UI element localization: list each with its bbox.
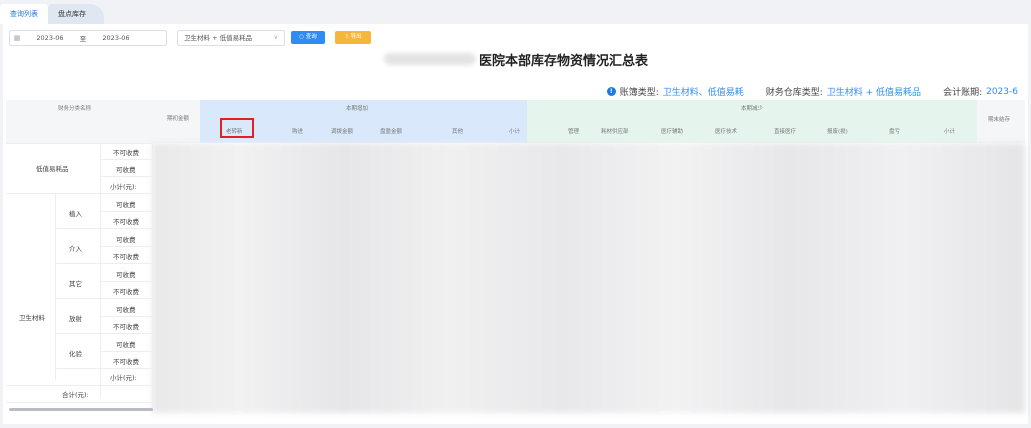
report-title: 医院本部库存物资情况汇总表 (479, 54, 649, 69)
info-icon: ! (606, 87, 616, 96)
row-group-medical: 卫生材料 (19, 314, 45, 322)
row-sub-implant: 植入 (69, 210, 82, 218)
row-sub-interventional: 介入 (69, 245, 82, 253)
row-low-value-1: 可收费 (116, 166, 136, 174)
warehouse-type-label: 财务仓库类型: (765, 88, 823, 98)
col-increase-3: 盘盈金额 (380, 129, 403, 135)
group-decrease: 本期减少 (741, 106, 764, 112)
horizontal-scrollbar[interactable] (9, 408, 153, 411)
row-medical-subtotal: 小计(元): (110, 374, 137, 382)
row-low-value-2: 小计(元): (110, 183, 137, 191)
export-label: 导出 (350, 34, 362, 40)
row-lab-1: 不可收费 (113, 358, 139, 366)
row-low-value-0: 不可收费 (113, 149, 139, 157)
row-sub-radiology: 放射 (69, 315, 82, 323)
search-icon: ○ (299, 34, 305, 40)
group-increase: 本期增加 (346, 106, 369, 112)
row-sub-lab: 化验 (69, 350, 82, 358)
export-button[interactable]: ⇧ 导出 (335, 31, 371, 44)
row-implant-0: 可收费 (116, 201, 136, 209)
ledger-type-value: 卫生材料 + 低值易耗品 (184, 34, 253, 42)
row-radiology-1: 不可收费 (113, 323, 139, 331)
tab-bar: 查询列表 盘点库存 (0, 4, 104, 24)
col-opening: 期初金额 (167, 116, 190, 122)
row-lab-0: 可收费 (116, 341, 136, 349)
export-icon: ⇧ (344, 34, 349, 40)
col-increase-4: 其他 (452, 129, 464, 135)
row-interventional-0: 可收费 (116, 236, 136, 244)
col-decrease-1: 耗材供应部 (601, 129, 629, 135)
col-category: 财务分类名称 (58, 106, 92, 112)
date-to[interactable]: 2023-06 (90, 34, 142, 42)
date-separator: 至 (79, 35, 87, 43)
date-range-picker[interactable]: ▦ 2023-06 至 2023-06 (9, 30, 167, 46)
row-interventional-1: 不可收费 (113, 253, 139, 261)
col-decrease-5: 报废(损) (827, 129, 848, 135)
period-value: 2023-6 (986, 86, 1018, 97)
ledger-type-label: 账簿类型: (619, 88, 659, 98)
col-increase-5: 小计 (509, 129, 521, 135)
row-implant-1: 不可收费 (113, 218, 139, 226)
row-grand-total: 合计(元): (62, 391, 89, 399)
row-sub-other: 其它 (69, 280, 82, 288)
report-info-line: ! 账簿类型: 卫生材料、低值易耗 财务仓库类型: 卫生材料 + 低值易耗品 会… (606, 85, 1018, 98)
col-decrease-7: 小计 (944, 129, 956, 135)
calendar-icon: ▦ (13, 34, 21, 42)
ledger-type-select[interactable]: 卫生材料 + 低值易耗品 ∨ (177, 30, 285, 46)
redacted-data-area (152, 143, 1025, 413)
row-other-0: 可收费 (116, 271, 136, 279)
highlight-box (220, 118, 254, 138)
col-decrease-4: 直接医疗 (774, 129, 797, 135)
query-label: 查询 (305, 34, 317, 40)
row-other-1: 不可收费 (113, 288, 139, 296)
summary-table: 财务分类名称 期初金额 本期增加 本期减少 期末结存 老转新 购进 调拨金额 盘… (6, 100, 1025, 417)
chevron-down-icon: ∨ (273, 34, 278, 41)
app: 查询列表 盘点库存 ▦ 2023-06 至 2023-06 卫生材料 + 低值易… (0, 0, 1031, 428)
col-decrease-6: 盘亏 (889, 129, 901, 135)
ledger-type-info-value: 卫生材料、低值易耗 (662, 88, 744, 98)
query-button[interactable]: ○ 查询 (291, 31, 325, 44)
warehouse-type-value: 卫生材料 + 低值易耗品 (826, 88, 922, 98)
col-decrease-3: 医疗技术 (715, 129, 738, 135)
col-decrease-2: 医疗辅助 (661, 129, 684, 135)
period-label: 会计账期: (943, 88, 983, 98)
tab-query-list[interactable]: 查询列表 (0, 4, 48, 24)
col-increase-1: 购进 (292, 129, 304, 135)
row-group-low-value: 低值易耗品 (36, 165, 69, 173)
redacted-hospital-name (384, 53, 476, 65)
col-increase-2: 调拨金额 (331, 129, 354, 135)
col-closing: 期末结存 (988, 117, 1011, 123)
date-from[interactable]: 2023-06 (24, 34, 76, 42)
row-radiology-0: 可收费 (116, 306, 136, 314)
main-panel: ▦ 2023-06 至 2023-06 卫生材料 + 低值易耗品 ∨ ○ 查询 … (3, 24, 1028, 424)
col-decrease-0: 管理 (568, 129, 580, 135)
tab-stocktake[interactable]: 盘点库存 (48, 4, 104, 24)
